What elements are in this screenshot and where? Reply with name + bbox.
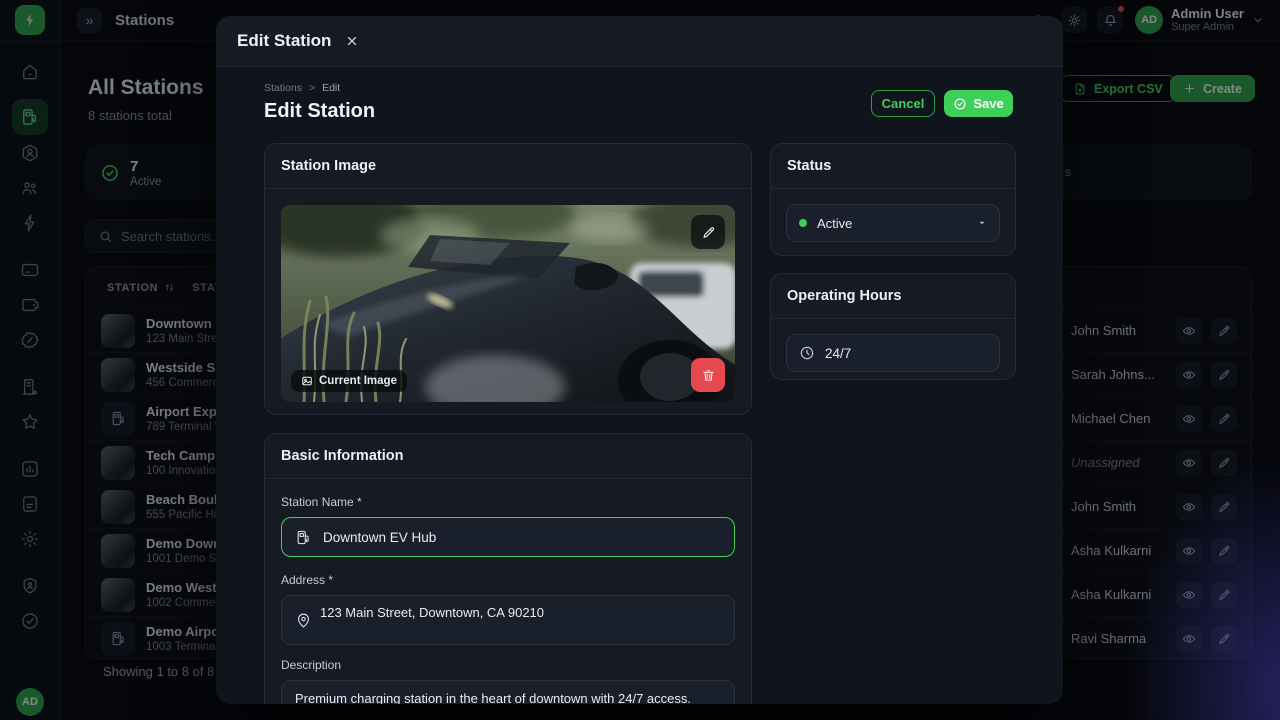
description-field[interactable]: Premium charging station in the heart of… bbox=[281, 680, 735, 704]
address-field[interactable]: 123 Main Street, Downtown, CA 90210 bbox=[281, 595, 735, 645]
card-title: Status bbox=[787, 158, 832, 174]
description-label: Description bbox=[281, 658, 342, 672]
address-input[interactable]: 123 Main Street, Downtown, CA 90210 bbox=[282, 596, 734, 644]
check-circle-icon bbox=[953, 97, 967, 111]
station-name-field[interactable] bbox=[281, 517, 735, 557]
cancel-button[interactable]: Cancel bbox=[871, 90, 935, 117]
card-header: Status bbox=[771, 144, 1015, 189]
breadcrumb-parent[interactable]: Stations bbox=[264, 82, 302, 94]
station-image-card: Station Image Current Image bbox=[264, 143, 752, 415]
ev-station-icon bbox=[295, 529, 312, 546]
modal-heading: Edit Station bbox=[264, 100, 376, 122]
image-icon bbox=[301, 375, 313, 387]
caret-down-icon bbox=[977, 218, 987, 228]
app-root: AD » Stations AD Admin User Super Admin … bbox=[0, 0, 1280, 720]
station-photo: Current Image bbox=[281, 205, 735, 402]
address-label: Address * bbox=[281, 573, 334, 587]
pencil-icon bbox=[701, 225, 716, 240]
operating-hours-card: Operating Hours 24/7 bbox=[770, 273, 1016, 380]
card-title: Station Image bbox=[281, 158, 377, 174]
card-header: Basic Information bbox=[265, 434, 751, 479]
breadcrumb-separator: > bbox=[308, 82, 316, 94]
breadcrumb-current: Edit bbox=[322, 82, 341, 94]
current-image-badge: Current Image bbox=[291, 370, 407, 392]
card-header: Station Image bbox=[265, 144, 751, 189]
trash-icon bbox=[701, 368, 716, 383]
edit-image-button[interactable] bbox=[691, 215, 725, 249]
status-select[interactable]: Active bbox=[786, 204, 1000, 242]
clock-icon bbox=[799, 345, 815, 361]
status-dot bbox=[799, 219, 807, 227]
basic-information-card: Basic Information Station Name * Address… bbox=[264, 433, 752, 704]
description-input[interactable]: Premium charging station in the heart of… bbox=[282, 681, 734, 704]
operating-hours-field[interactable]: 24/7 bbox=[786, 334, 1000, 372]
card-title: Operating Hours bbox=[787, 288, 902, 304]
station-name-input[interactable] bbox=[323, 529, 721, 545]
delete-image-button[interactable] bbox=[691, 358, 725, 392]
status-card: Status Active bbox=[770, 143, 1016, 256]
station-name-label: Station Name * bbox=[281, 495, 362, 509]
card-header: Operating Hours bbox=[771, 274, 1015, 319]
status-value: Active bbox=[817, 215, 853, 231]
save-button[interactable]: Save bbox=[944, 90, 1013, 117]
breadcrumb: Stations > Edit bbox=[264, 82, 340, 94]
modal-header: Edit Station bbox=[216, 16, 1063, 67]
edit-station-modal: Edit Station Stations > Edit Edit Statio… bbox=[216, 16, 1063, 704]
modal-title: Edit Station bbox=[237, 31, 332, 50]
operating-hours-value: 24/7 bbox=[825, 345, 852, 361]
close-icon[interactable] bbox=[345, 34, 359, 48]
card-title: Basic Information bbox=[281, 448, 404, 464]
